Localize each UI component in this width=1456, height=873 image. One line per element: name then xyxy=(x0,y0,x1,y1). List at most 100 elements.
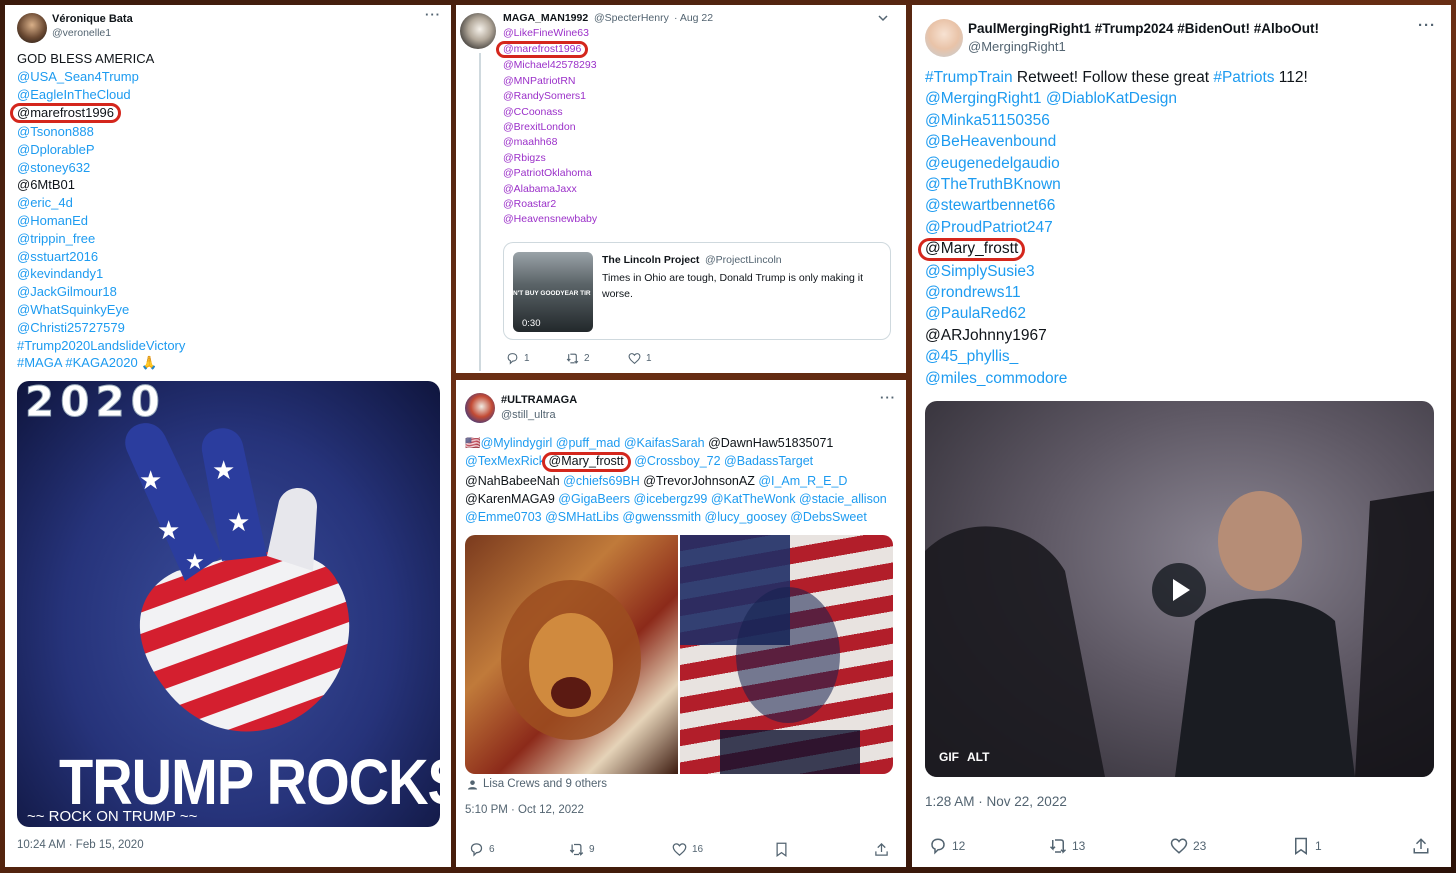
retweet-button[interactable]: 13 xyxy=(1049,837,1085,855)
reply-button[interactable]: 1 xyxy=(506,352,530,365)
avatar[interactable] xyxy=(465,393,495,423)
mention-link[interactable]: @miles_commodore xyxy=(925,370,1067,387)
more-icon[interactable]: ··· xyxy=(880,390,896,405)
like-button[interactable]: 1 xyxy=(628,352,652,365)
retweet-button[interactable]: 9 xyxy=(569,842,595,857)
mention-link[interactable]: @PatriotOklahoma xyxy=(503,167,592,179)
mention-link[interactable]: @kevindandy1 xyxy=(17,266,103,281)
tweet-date[interactable]: · Aug 22 xyxy=(674,12,713,24)
quote-handle[interactable]: @ProjectLincoln xyxy=(705,254,782,266)
avatar[interactable] xyxy=(17,13,47,43)
display-name[interactable]: PaulMergingRight1 #Trump2024 #BidenOut! … xyxy=(968,21,1319,36)
mention-link[interactable]: 🇺🇸@Mylindygirl @puff_mad @KaifasSarah xyxy=(465,436,708,450)
mention-link[interactable]: @JackGilmour18 xyxy=(17,284,117,299)
quoted-tweet[interactable]: N'T BUY GOODYEAR TIR 0:30 The Lincoln Pr… xyxy=(503,242,891,340)
mention-link[interactable]: @TheTruthBKnown xyxy=(925,176,1061,193)
like-button[interactable]: 23 xyxy=(1170,837,1206,855)
mention-link[interactable]: @stoney632 xyxy=(17,160,90,175)
retweet-button[interactable]: 2 xyxy=(566,352,590,365)
mention-link[interactable]: @Rbigzs xyxy=(503,152,546,164)
more-icon[interactable]: ··· xyxy=(1418,17,1436,34)
mention-link[interactable]: @trippin_free xyxy=(17,231,95,246)
highlighted-mention[interactable]: @marefrost1996 xyxy=(496,41,589,59)
highlighted-mention[interactable]: @Mary_frostt xyxy=(541,452,631,472)
timestamp[interactable]: 5:10 PM · Oct 12, 2022 xyxy=(465,804,584,816)
bookmark-button[interactable]: 1 xyxy=(1292,837,1322,855)
more-icon[interactable]: ··· xyxy=(425,7,441,22)
user-handle[interactable]: @MergingRight1 xyxy=(968,39,1066,54)
alt-badge[interactable]: ALT xyxy=(967,750,989,764)
mention-link[interactable]: @Crossboy_72 @BadassTarget xyxy=(631,454,813,468)
share-button[interactable] xyxy=(874,842,889,857)
mention-link[interactable]: @rondrews11 xyxy=(925,284,1021,301)
timestamp[interactable]: 10:24 AM · Feb 15, 2020 xyxy=(17,839,144,851)
mention-link[interactable]: @eugenedelgaudio xyxy=(925,155,1060,172)
quote-name[interactable]: The Lincoln Project xyxy=(602,254,699,266)
mention-link[interactable]: @MNPatriotRN xyxy=(503,75,576,87)
display-name[interactable]: #ULTRAMAGA xyxy=(501,394,577,406)
mention-link[interactable]: @AlabamaJaxx xyxy=(503,183,577,195)
display-name[interactable]: Véronique Bata xyxy=(52,13,133,25)
mention-link[interactable]: @PaulaRed62 xyxy=(925,305,1026,322)
mention-link[interactable]: @EagleInTheCloud xyxy=(17,87,131,102)
timestamp[interactable]: 1:28 AM · Nov 22, 2022 xyxy=(925,794,1067,809)
avatar[interactable] xyxy=(925,19,963,57)
highlighted-mention[interactable]: @Mary_frostt xyxy=(918,238,1026,261)
mention-link[interactable]: @USA_Sean4Trump xyxy=(17,69,139,84)
mention-link[interactable]: @chiefs69BH xyxy=(563,474,643,488)
mention-link[interactable]: @LikeFineWine63 xyxy=(503,27,589,39)
mention-link[interactable]: @Roastar2 xyxy=(503,198,556,210)
mention-link[interactable]: @sstuart2016 xyxy=(17,249,98,264)
mention-link[interactable]: @stewartbennet66 xyxy=(925,197,1055,214)
liked-by[interactable]: Lisa Crews and 9 others xyxy=(467,778,607,790)
user-handle[interactable]: @veronelle1 xyxy=(52,27,111,39)
mention-link[interactable]: @BrexitLondon xyxy=(503,121,576,133)
liked-by-text: Lisa Crews and 9 others xyxy=(483,778,608,790)
user-handle[interactable]: @SpecterHenry xyxy=(594,12,669,24)
text-line: #MAGA #KAGA2020 🙏 xyxy=(17,354,185,372)
bookmark-button[interactable] xyxy=(774,842,789,857)
mention-link[interactable]: @Tsonon888 xyxy=(17,124,94,139)
mention-link[interactable]: @Heavensnewbaby xyxy=(503,213,597,225)
trump-flag-portrait-image[interactable] xyxy=(680,535,893,774)
mention-link[interactable]: @GigaBeers @icebergz99 @KatTheWonk @stac… xyxy=(558,492,886,506)
mention-link[interactable]: @Christi25727579 xyxy=(17,320,125,335)
hashtag[interactable]: #TrumpTrain xyxy=(925,69,1013,86)
reply-icon xyxy=(470,843,483,857)
like-button[interactable]: 16 xyxy=(672,842,703,857)
mention-link[interactable]: @eric_4d xyxy=(17,195,73,210)
mention-link[interactable]: @Emme0703 @SMHatLibs @gwenssmith @lucy_g… xyxy=(465,510,867,524)
mention-link[interactable]: @RandySomers1 xyxy=(503,90,586,102)
mention-link[interactable]: @MergingRight1 @DiabloKatDesign xyxy=(925,90,1177,107)
highlighted-mention[interactable]: @marefrost1996 xyxy=(10,103,122,124)
mention-link[interactable]: @CCoonass xyxy=(503,106,563,118)
lion-flag-image[interactable] xyxy=(465,535,678,774)
mention-link[interactable]: @Michael42578293 xyxy=(503,59,597,71)
mention-link[interactable]: @TexMexRick xyxy=(465,454,549,468)
mention-link[interactable]: @SimplySusie3 xyxy=(925,263,1035,280)
mention-link[interactable]: @DplorableP xyxy=(17,142,95,157)
mention-link[interactable]: @ProudPatriot247 xyxy=(925,219,1053,236)
mention-link[interactable]: @WhatSquinkyEye xyxy=(17,302,129,317)
user-handle[interactable]: @still_ultra xyxy=(501,409,556,421)
tweet-text: @LikeFineWine63 @marefrost1996 @Michael425… xyxy=(496,26,597,228)
mention-link[interactable]: @BeHeavenbound xyxy=(925,133,1056,150)
mention-link[interactable]: @I_Am_R_E_D xyxy=(758,474,847,488)
reply-button[interactable]: 12 xyxy=(929,837,965,855)
share-button[interactable] xyxy=(1412,837,1430,855)
mention-link[interactable]: @HomanEd xyxy=(17,213,88,228)
hashtag[interactable]: #MAGA #KAGA2020 🙏 xyxy=(17,355,157,370)
mention-link[interactable]: @Minka51150356 xyxy=(925,112,1050,129)
display-name[interactable]: MAGA_MAN1992 xyxy=(503,12,588,24)
hashtag[interactable]: #Trump2020LandslideVictory xyxy=(17,338,185,353)
tweet-image[interactable]: 2020 ★ ★ ★ ★ ★ TRUMP ROCKS ~~ ROCK ON TR… xyxy=(17,381,440,827)
mention-link[interactable]: @45_phyllis_ xyxy=(925,348,1018,365)
play-button[interactable] xyxy=(1152,563,1206,617)
quote-video-thumbnail[interactable]: N'T BUY GOODYEAR TIR 0:30 xyxy=(513,252,593,332)
hashtag[interactable]: #Patriots xyxy=(1213,69,1274,86)
chevron-down-icon[interactable] xyxy=(877,11,889,29)
mention-link[interactable]: @maahh68 xyxy=(503,136,557,148)
tweet-gif[interactable]: GIF ALT xyxy=(925,401,1434,777)
reply-button[interactable]: 6 xyxy=(469,842,495,857)
avatar[interactable] xyxy=(460,13,496,49)
